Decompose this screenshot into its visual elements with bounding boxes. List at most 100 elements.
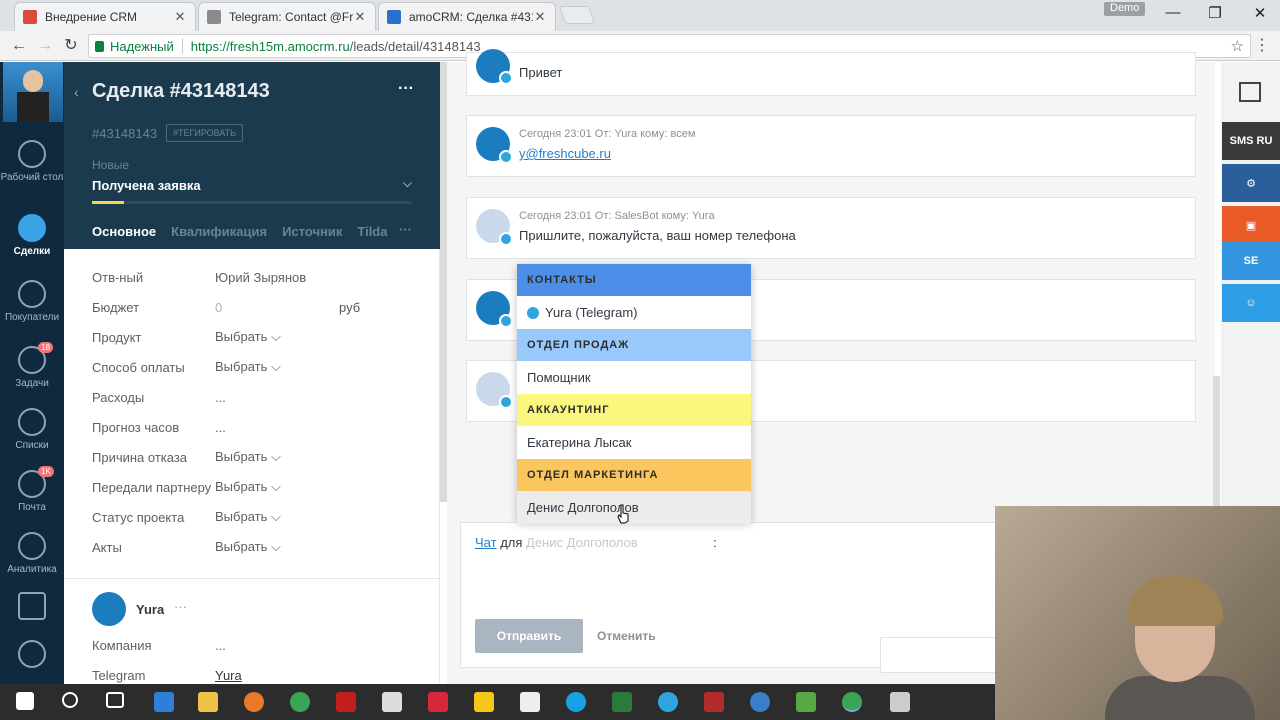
widget-mailchimp[interactable]: ☺ — [1222, 284, 1280, 322]
forward-icon[interactable]: → — [34, 35, 56, 57]
nav-tasks[interactable]: Задачи 18 — [0, 342, 64, 389]
close-icon[interactable]: ✕ — [533, 9, 547, 25]
telegram-icon[interactable] — [658, 692, 678, 712]
analytics-icon — [18, 532, 46, 560]
minimize-icon[interactable]: — — [1158, 4, 1188, 24]
field-value[interactable]: Юрий Зырянов — [215, 270, 306, 285]
tab-telegram[interactable]: Telegram: Contact @Fres ✕ — [198, 2, 376, 31]
search-icon[interactable] — [62, 692, 78, 708]
field-input[interactable]: ... — [215, 390, 226, 405]
telegram-link[interactable]: Yura — [215, 668, 242, 683]
field-select[interactable]: Выбрать ⌵ — [215, 359, 281, 375]
recipient-option[interactable]: Екатерина Лысак — [517, 426, 751, 459]
widget-se[interactable]: SE — [1222, 242, 1280, 280]
reload-icon[interactable]: ↻ — [60, 35, 82, 57]
widget-orange[interactable]: ▣ — [1222, 206, 1280, 244]
bookmark-star-icon[interactable]: ☆ — [1231, 37, 1244, 55]
nav-chat[interactable] — [0, 640, 64, 672]
close-icon[interactable]: ✕ — [353, 9, 367, 25]
calculator-icon[interactable] — [382, 692, 402, 712]
field-input[interactable]: ... — [215, 420, 226, 435]
chevron-left-icon[interactable]: ‹ — [74, 84, 79, 100]
message-card: Сегодня 23:01 От: Yura кому: всем y@fres… — [466, 115, 1196, 177]
recipient-input[interactable]: Денис Долгополов — [526, 535, 638, 550]
tab-title: Внедрение CRM — [45, 10, 138, 24]
filezilla-icon[interactable] — [704, 692, 724, 712]
add-widget-icon[interactable] — [1239, 82, 1261, 102]
more-menu-icon[interactable]: ··· — [398, 80, 414, 98]
back-icon[interactable]: ← — [8, 35, 30, 57]
app-window-icon[interactable] — [890, 692, 910, 712]
skype-business-icon[interactable] — [612, 692, 632, 712]
contact-avatar[interactable] — [92, 592, 126, 626]
nav-dashboard[interactable]: Рабочий стол — [0, 140, 64, 183]
tab-qualification[interactable]: Квалификация — [171, 224, 267, 239]
skype-icon[interactable] — [566, 692, 586, 712]
field-select[interactable]: Выбрать ⌵ — [215, 509, 281, 525]
chat-mode-link[interactable]: Чат — [475, 535, 497, 550]
tab-tilda[interactable]: Tilda — [357, 224, 387, 239]
evernote-icon[interactable] — [796, 692, 816, 712]
contact-menu-icon[interactable]: ··· — [174, 599, 187, 614]
tab-crm[interactable]: Внедрение CRM ✕ — [14, 2, 196, 31]
nav-mail[interactable]: Почта 1K — [0, 466, 64, 513]
browser-menu-icon[interactable]: ⋮ — [1254, 35, 1270, 55]
telegram-icon — [499, 71, 513, 85]
field-select[interactable]: Выбрать ⌵ — [215, 539, 281, 555]
contact-name[interactable]: Yura — [136, 602, 164, 617]
drag-handle-panel[interactable] — [880, 637, 998, 673]
chevron-down-icon[interactable]: ⌵ — [403, 176, 412, 191]
send-button[interactable]: Отправить — [475, 619, 583, 653]
list-icon — [18, 408, 46, 436]
message-link[interactable]: y@freshcube.ru — [519, 146, 611, 161]
xmind-icon[interactable] — [428, 692, 448, 712]
deal-title[interactable]: Сделка #43148143 — [92, 80, 270, 103]
tag-button[interactable]: #ТЕГИРОВАТЬ — [166, 124, 244, 142]
widget-settings[interactable]: ⚙ — [1222, 164, 1280, 202]
recipient-option[interactable]: Помощник — [517, 361, 751, 394]
edge-icon[interactable] — [154, 692, 174, 712]
stage-select[interactable]: Получена заявка — [92, 178, 201, 193]
task-view-icon[interactable] — [106, 692, 124, 708]
group-header-marketing: ОТДЕЛ МАРКЕТИНГА — [517, 459, 751, 491]
budget-input[interactable]: 0 — [215, 300, 222, 315]
more-tabs-icon[interactable]: ··· — [399, 222, 412, 237]
new-tab-button[interactable] — [558, 6, 596, 24]
tab-amocrm[interactable]: amoCRM: Сделка #4314 ✕ — [378, 2, 556, 31]
message-meta: Сегодня 23:01 От: SalesBot кому: Yura — [519, 210, 715, 222]
restore-icon[interactable]: ❐ — [1200, 4, 1230, 24]
nav-customers[interactable]: Покупатели — [0, 280, 64, 323]
field-label: Статус проекта — [92, 509, 185, 525]
firefox-icon[interactable] — [244, 692, 264, 712]
company-input[interactable]: ... — [215, 638, 226, 653]
cancel-button[interactable]: Отменить — [597, 629, 656, 643]
speedometer-icon — [18, 140, 46, 168]
recipient-option[interactable]: Yura (Telegram) — [517, 296, 751, 329]
user-avatar[interactable] — [3, 62, 63, 122]
stage-progress-fill — [92, 201, 124, 204]
close-icon[interactable]: ✕ — [173, 9, 187, 25]
recipient-option[interactable]: Денис Долгополов — [517, 491, 751, 524]
widget-smsru[interactable]: SMS RU — [1222, 122, 1280, 160]
field-select[interactable]: Выбрать ⌵ — [215, 479, 281, 495]
close-window-icon[interactable]: ✕ — [1245, 4, 1275, 24]
windows-start-icon[interactable] — [16, 692, 34, 710]
tab-main[interactable]: Основное — [92, 224, 156, 239]
app-icon[interactable] — [336, 692, 356, 712]
file-explorer-icon[interactable] — [198, 692, 218, 712]
chrome-active-icon[interactable] — [842, 692, 862, 712]
nav-settings[interactable] — [0, 592, 64, 624]
nav-leads[interactable]: Сделки — [0, 214, 64, 257]
keep-icon[interactable] — [474, 692, 494, 712]
nav-analytics[interactable]: Аналитика — [0, 532, 64, 575]
chrome-icon[interactable] — [290, 692, 310, 712]
profile-badge[interactable]: Demo — [1104, 2, 1146, 16]
field-select[interactable]: Выбрать ⌵ — [215, 329, 281, 345]
amocrm-icon[interactable] — [750, 692, 770, 712]
field-select[interactable]: Выбрать ⌵ — [215, 449, 281, 465]
tab-source[interactable]: Источник — [282, 224, 342, 239]
scrollbar[interactable] — [440, 62, 447, 502]
camera-icon[interactable] — [520, 692, 540, 712]
scrollbar[interactable] — [1213, 376, 1220, 506]
nav-lists[interactable]: Списки — [0, 408, 64, 451]
